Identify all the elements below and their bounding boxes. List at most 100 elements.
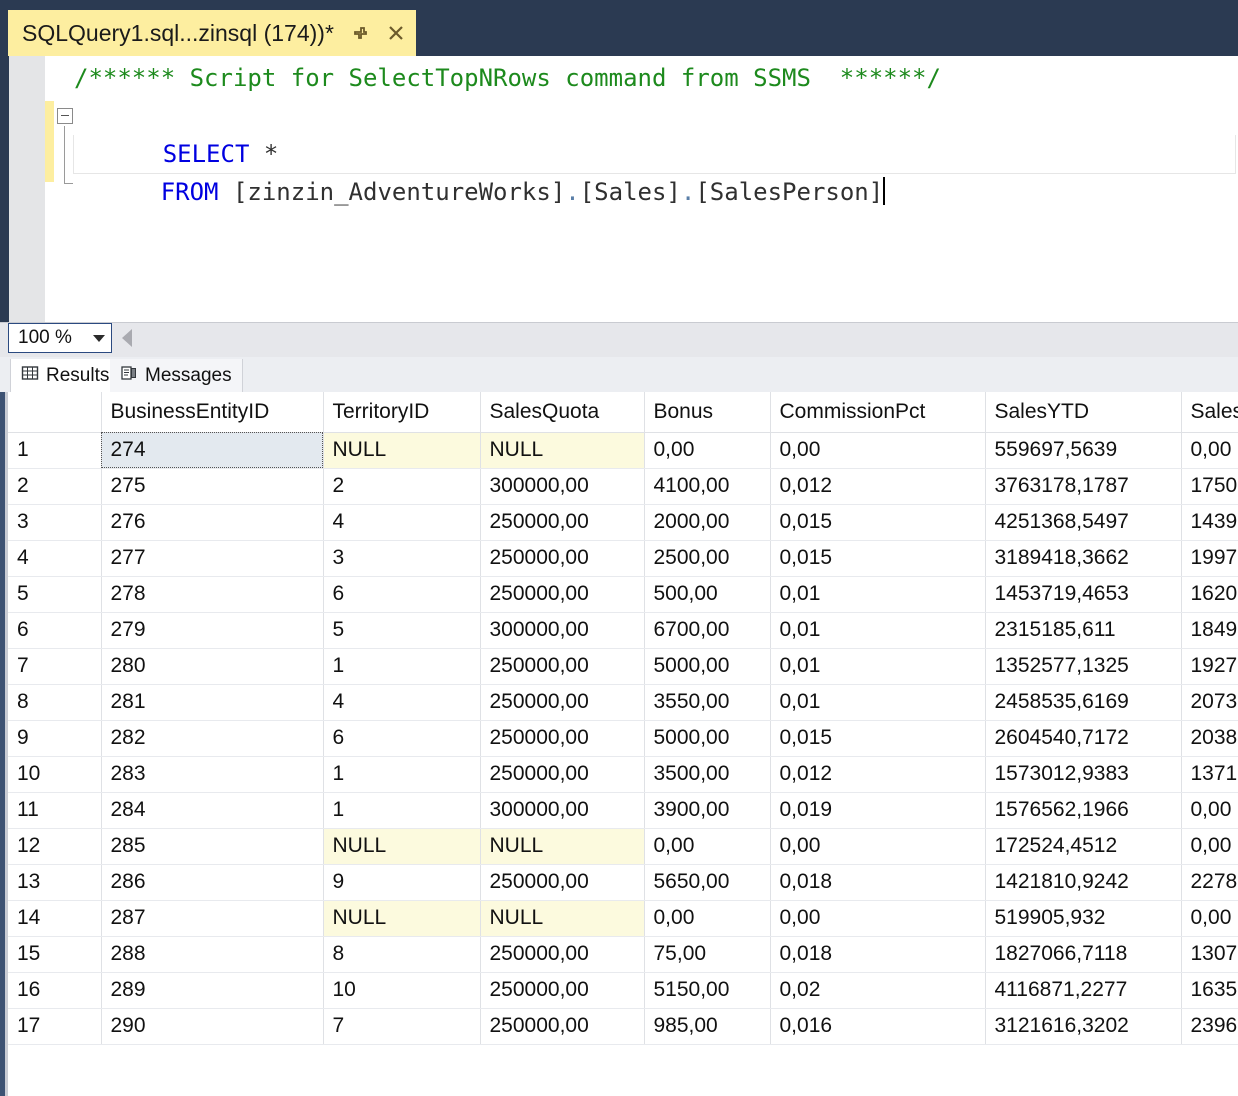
row-number[interactable]: 12 [8, 828, 102, 865]
row-number[interactable]: 6 [8, 612, 102, 649]
cell-commissionpct[interactable]: 0,01 [770, 612, 986, 649]
cell-territoryid[interactable]: 1 [323, 792, 481, 829]
cell-businessentityid[interactable]: 281 [101, 684, 324, 721]
cell-bonus[interactable]: 5000,00 [644, 720, 771, 757]
cell-salesquota[interactable]: 250000,00 [480, 648, 645, 685]
cell-salesquota[interactable]: NULL [480, 432, 645, 469]
cell-saleslastyear[interactable]: 0,00 [1181, 792, 1238, 829]
cell-commissionpct[interactable]: 0,00 [770, 828, 986, 865]
cell-salesytd[interactable]: 1573012,9383 [985, 756, 1182, 793]
cell-commissionpct[interactable]: 0,016 [770, 1008, 986, 1045]
cell-salesytd[interactable]: 1421810,9242 [985, 864, 1182, 901]
cell-businessentityid[interactable]: 280 [101, 648, 324, 685]
cell-salesytd[interactable]: 559697,5639 [985, 432, 1182, 469]
row-number[interactable]: 14 [8, 900, 102, 937]
left-arrow-icon[interactable] [122, 329, 132, 347]
table-row[interactable]: 9 282 6 250000,00 5000,00 0,015 2604540,7172 20… [8, 720, 1238, 757]
cell-territoryid[interactable]: 9 [323, 864, 481, 901]
cell-bonus[interactable]: 5150,00 [644, 972, 771, 1009]
cell-bonus[interactable]: 4100,00 [644, 468, 771, 505]
cell-territoryid[interactable]: 10 [323, 972, 481, 1009]
cell-commissionpct[interactable]: 0,012 [770, 756, 986, 793]
cell-saleslastyear[interactable]: 1750 [1181, 468, 1238, 505]
cell-salesquota[interactable]: 250000,00 [480, 576, 645, 613]
cell-territoryid[interactable]: NULL [323, 828, 481, 865]
cell-salesquota[interactable]: 250000,00 [480, 936, 645, 973]
cell-territoryid[interactable]: 1 [323, 756, 481, 793]
cell-bonus[interactable]: 2000,00 [644, 504, 771, 541]
row-number[interactable]: 5 [8, 576, 102, 613]
table-row[interactable]: 15 288 8 250000,00 75,00 0,018 1827066,7118 130… [8, 936, 1238, 973]
close-icon[interactable] [386, 23, 406, 43]
cell-salesquota[interactable]: 250000,00 [480, 720, 645, 757]
cell-salesytd[interactable]: 4251368,5497 [985, 504, 1182, 541]
table-row[interactable]: 10 283 1 250000,00 3500,00 0,012 1573012,9383 1… [8, 756, 1238, 793]
cell-businessentityid[interactable]: 282 [101, 720, 324, 757]
table-row[interactable]: 8 281 4 250000,00 3550,00 0,01 2458535,6169 207… [8, 684, 1238, 721]
cell-bonus[interactable]: 75,00 [644, 936, 771, 973]
sql-editor[interactable]: /****** Script for SelectTopNRows comman… [0, 56, 1238, 322]
cell-businessentityid[interactable]: 275 [101, 468, 324, 505]
cell-salesquota[interactable]: 250000,00 [480, 540, 645, 577]
cell-businessentityid[interactable]: 285 [101, 828, 324, 865]
cell-bonus[interactable]: 0,00 [644, 432, 771, 469]
cell-businessentityid[interactable]: 287 [101, 900, 324, 937]
column-header-salesytd[interactable]: SalesYTD [985, 392, 1182, 433]
row-number[interactable]: 2 [8, 468, 102, 505]
row-number[interactable]: 16 [8, 972, 102, 1009]
table-row[interactable]: 16 289 10 250000,00 5150,00 0,02 4116871,2277 1… [8, 972, 1238, 1009]
cell-bonus[interactable]: 3500,00 [644, 756, 771, 793]
cell-salesytd[interactable]: 3763178,1787 [985, 468, 1182, 505]
cell-bonus[interactable]: 500,00 [644, 576, 771, 613]
cell-territoryid[interactable]: 6 [323, 576, 481, 613]
row-number[interactable]: 7 [8, 648, 102, 685]
tab-sqlquery1[interactable]: SQLQuery1.sql...zinsql (174))* [8, 10, 416, 56]
cell-commissionpct[interactable]: 0,01 [770, 576, 986, 613]
cell-salesytd[interactable]: 2315185,611 [985, 612, 1182, 649]
collapse-region-toggle[interactable] [57, 108, 73, 124]
cell-salesytd[interactable]: 1453719,4653 [985, 576, 1182, 613]
cell-commissionpct[interactable]: 0,018 [770, 936, 986, 973]
cell-salesquota[interactable]: 250000,00 [480, 684, 645, 721]
cell-saleslastyear[interactable]: 2038 [1181, 720, 1238, 757]
cell-territoryid[interactable]: 8 [323, 936, 481, 973]
table-row[interactable]: 11 284 1 300000,00 3900,00 0,019 1576562,1966 0… [8, 792, 1238, 829]
cell-saleslastyear[interactable]: 1371 [1181, 756, 1238, 793]
table-row[interactable]: 1 274 NULL NULL 0,00 0,00 559697,5639 0,00 [8, 432, 1238, 469]
table-row[interactable]: 4 277 3 250000,00 2500,00 0,015 3189418,3662 19… [8, 540, 1238, 577]
cell-businessentityid[interactable]: 277 [101, 540, 324, 577]
column-header-commissionpct[interactable]: CommissionPct [770, 392, 986, 433]
column-header-salesquota[interactable]: SalesQuota [480, 392, 645, 433]
tab-results[interactable]: Results [10, 359, 121, 392]
cell-salesytd[interactable]: 2604540,7172 [985, 720, 1182, 757]
cell-territoryid[interactable]: 2 [323, 468, 481, 505]
cell-territoryid[interactable]: NULL [323, 432, 481, 469]
table-row[interactable]: 17 290 7 250000,00 985,00 0,016 3121616,3202 23… [8, 1008, 1238, 1045]
cell-territoryid[interactable]: 7 [323, 1008, 481, 1045]
cell-businessentityid[interactable]: 279 [101, 612, 324, 649]
cell-salesytd[interactable]: 519905,932 [985, 900, 1182, 937]
cell-saleslastyear[interactable]: 1927 [1181, 648, 1238, 685]
cell-bonus[interactable]: 2500,00 [644, 540, 771, 577]
cell-salesquota[interactable]: 250000,00 [480, 1008, 645, 1045]
cell-commissionpct[interactable]: 0,015 [770, 720, 986, 757]
cell-saleslastyear[interactable]: 1635 [1181, 972, 1238, 1009]
table-row[interactable]: 6 279 5 300000,00 6700,00 0,01 2315185,611 1849 [8, 612, 1238, 649]
pin-icon[interactable] [350, 23, 370, 43]
cell-salesytd[interactable]: 3121616,3202 [985, 1008, 1182, 1045]
column-header-bonus[interactable]: Bonus [644, 392, 771, 433]
cell-salesytd[interactable]: 1352577,1325 [985, 648, 1182, 685]
cell-saleslastyear[interactable]: 1620 [1181, 576, 1238, 613]
cell-commissionpct[interactable]: 0,00 [770, 432, 986, 469]
cell-bonus[interactable]: 5000,00 [644, 648, 771, 685]
table-row[interactable]: 5 278 6 250000,00 500,00 0,01 1453719,4653 1620 [8, 576, 1238, 613]
cell-salesytd[interactable]: 4116871,2277 [985, 972, 1182, 1009]
cell-salesytd[interactable]: 2458535,6169 [985, 684, 1182, 721]
cell-saleslastyear[interactable]: 0,00 [1181, 828, 1238, 865]
cell-businessentityid[interactable]: 284 [101, 792, 324, 829]
column-header-saleslastyear[interactable]: Sales [1181, 392, 1238, 433]
cell-commissionpct[interactable]: 0,019 [770, 792, 986, 829]
cell-salesquota[interactable]: 300000,00 [480, 468, 645, 505]
table-row[interactable]: 12 285 NULL NULL 0,00 0,00 172524,4512 0,00 [8, 828, 1238, 865]
cell-businessentityid[interactable]: 288 [101, 936, 324, 973]
